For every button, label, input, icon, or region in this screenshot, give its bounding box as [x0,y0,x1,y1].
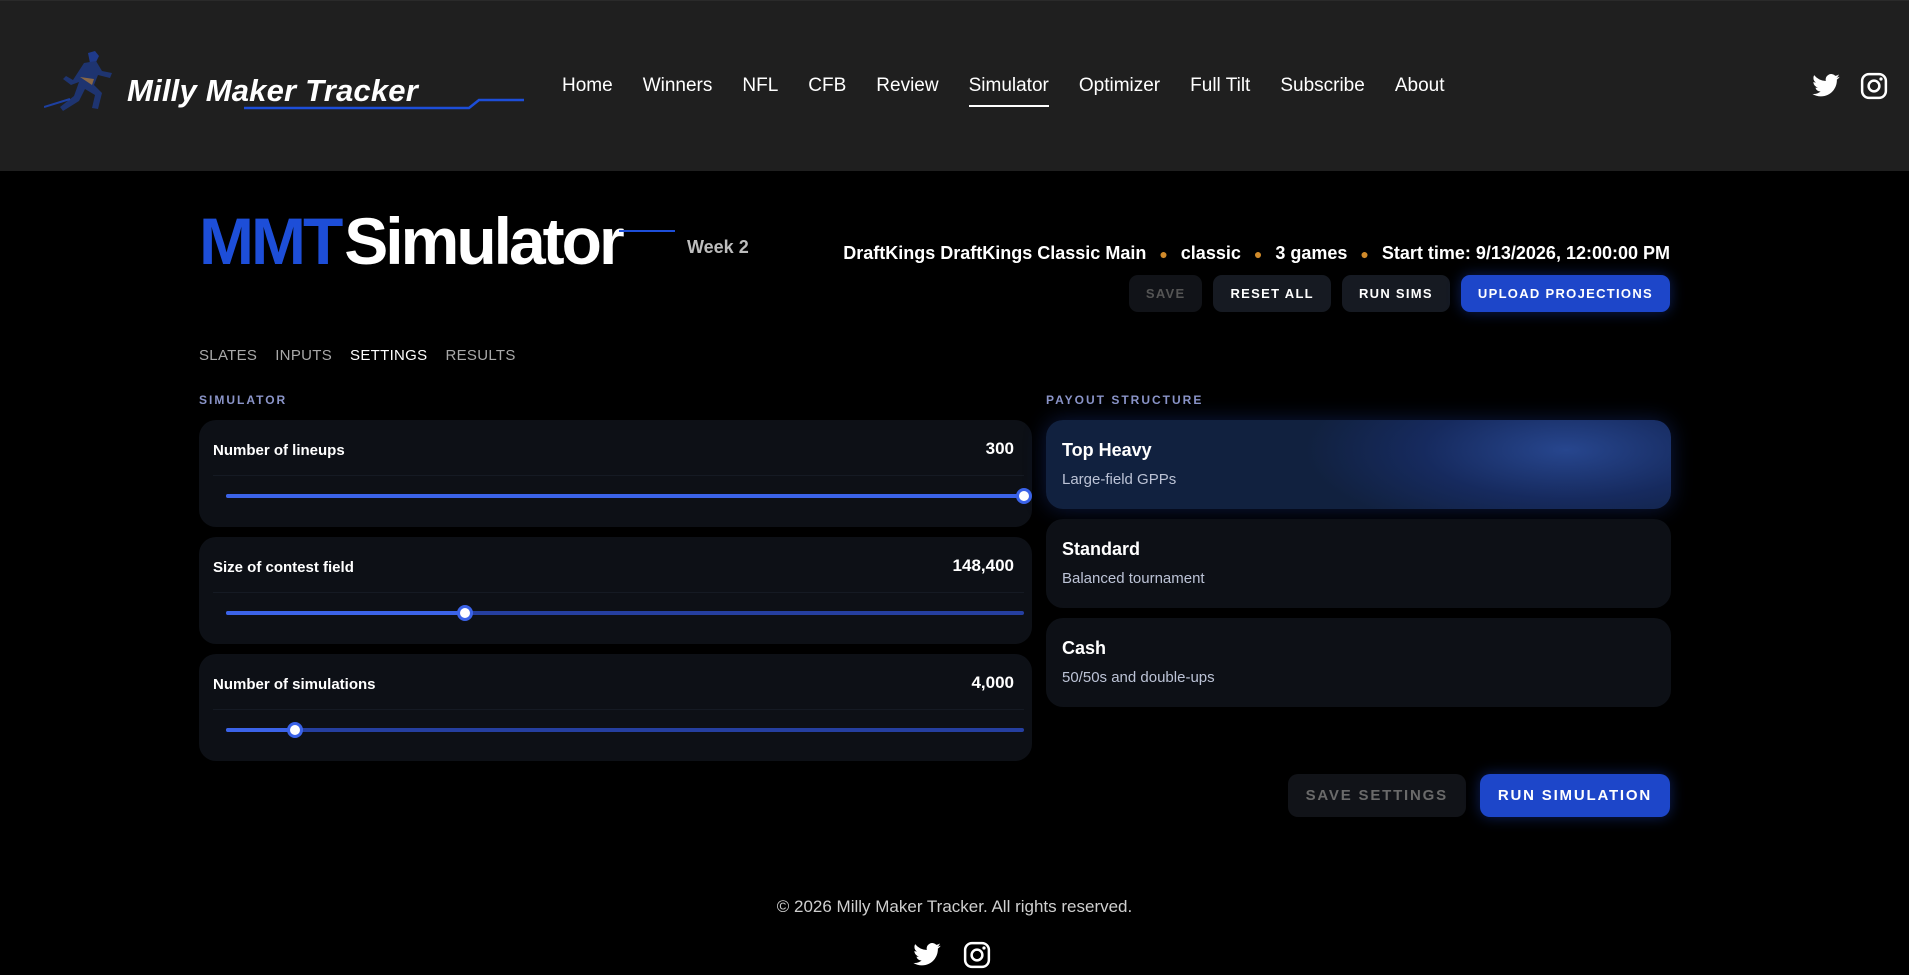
nav-optimizer[interactable]: Optimizer [1079,75,1160,97]
footer-copyright: © 2026 Milly Maker Tracker. All rights r… [776,897,1133,916]
slate-name: DraftKings DraftKings Classic Main [843,243,1147,263]
contest-field-slider-card: Size of contest field 148,400 [199,537,1032,644]
lineups-slider-thumb[interactable] [1016,488,1032,504]
slider-fill [226,494,1024,498]
run-simulation-button[interactable]: RUN SIMULATION [1479,774,1670,817]
payout-option-standard[interactable]: Standard Balanced tournament [1046,519,1671,608]
tab-inputs[interactable]: INPUTS [275,347,332,364]
nav-winners[interactable]: Winners [643,75,713,97]
nav-home[interactable]: Home [562,75,613,97]
slate-info: DraftKings DraftKings Classic Main ● cla… [843,243,1670,264]
nav-nfl[interactable]: NFL [742,75,778,97]
slider-label: Size of contest field [213,559,354,576]
slider-value: 300 [985,439,1014,458]
payout-option-subtitle: Large-field GPPs [1062,471,1177,488]
slider-label: Number of lineups [213,442,345,459]
payout-option-cash[interactable]: Cash 50/50s and double-ups [1046,618,1671,707]
page-title: MMTSimulator [199,203,675,279]
payout-option-title: Cash [1062,638,1107,658]
slider-fill [226,611,466,615]
nav-subscribe[interactable]: Subscribe [1280,75,1365,97]
payout-option-top-heavy[interactable]: Top Heavy Large-field GPPs [1046,420,1671,509]
slider-label: Number of simulations [213,676,376,693]
nav-review[interactable]: Review [876,75,938,97]
site-header: Milly Maker Tracker Home Winners NFL CFB… [0,0,1909,171]
simulator-section-label: SIMULATOR [199,393,288,407]
settings-actions: SAVE SETTINGS RUN SIMULATION [1287,774,1670,817]
lineups-slider-track[interactable] [226,488,1032,504]
main-nav: Home Winners NFL CFB Review Simulator Op… [562,75,1474,107]
simulations-slider-track[interactable] [226,722,1024,738]
slate-start-time: Start time: 9/13/2026, 12:00:00 PM [1381,243,1670,263]
instagram-icon[interactable] [1859,71,1889,101]
reset-all-button[interactable]: RESET ALL [1213,275,1331,312]
title-accent-line [619,230,675,232]
payout-option-title: Standard [1062,539,1141,559]
header-social-links [1811,71,1889,101]
separator-dot: ● [1159,245,1168,262]
payout-option-title: Top Heavy [1062,440,1152,460]
tab-settings[interactable]: SETTINGS [350,347,427,364]
upload-projections-button[interactable]: UPLOAD PROJECTIONS [1460,275,1670,312]
save-settings-button[interactable]: SAVE SETTINGS [1287,774,1466,817]
nav-cfb[interactable]: CFB [808,75,846,97]
slider-value: 4,000 [971,673,1014,692]
separator-dot: ● [1360,245,1369,262]
tab-slates[interactable]: SLATES [199,347,257,364]
footer-social-links [912,940,992,970]
contest-field-slider-track[interactable] [226,605,1024,621]
contest-field-slider-thumb[interactable] [457,605,474,621]
save-button[interactable]: SAVE [1128,275,1203,312]
lineups-slider-card: Number of lineups 300 [199,420,1032,527]
slider-fill [226,728,295,732]
instagram-icon[interactable] [962,940,992,970]
payout-section-label: PAYOUT STRUCTURE [1046,393,1204,407]
payout-option-subtitle: Balanced tournament [1062,570,1205,587]
site-logo[interactable]: Milly Maker Tracker [44,43,524,123]
simulations-slider-thumb[interactable] [286,722,303,738]
page-title-main: Simulator [344,204,624,278]
twitter-icon[interactable] [1811,71,1841,101]
runner-logo-icon [44,51,112,111]
tab-results[interactable]: RESULTS [445,347,515,364]
separator-dot: ● [1253,245,1263,262]
nav-about[interactable]: About [1395,75,1445,97]
nav-full-tilt[interactable]: Full Tilt [1190,75,1250,97]
logo-underline [244,98,524,110]
header-actions: SAVE RESET ALL RUN SIMS UPLOAD PROJECTIO… [1128,275,1670,312]
nav-simulator[interactable]: Simulator [968,75,1050,107]
week-label: Week 2 [687,237,749,257]
run-sims-button[interactable]: RUN SIMS [1341,275,1450,312]
simulations-slider-card: Number of simulations 4,000 [199,654,1032,761]
slate-games: 3 games [1275,243,1348,263]
page-title-prefix: MMT [199,204,343,278]
payout-option-subtitle: 50/50s and double-ups [1062,669,1215,686]
twitter-icon[interactable] [912,940,942,970]
slate-type: classic [1180,243,1241,263]
slider-value: 148,400 [952,556,1014,575]
simulator-tabs: SLATES INPUTS SETTINGS RESULTS [199,347,516,364]
